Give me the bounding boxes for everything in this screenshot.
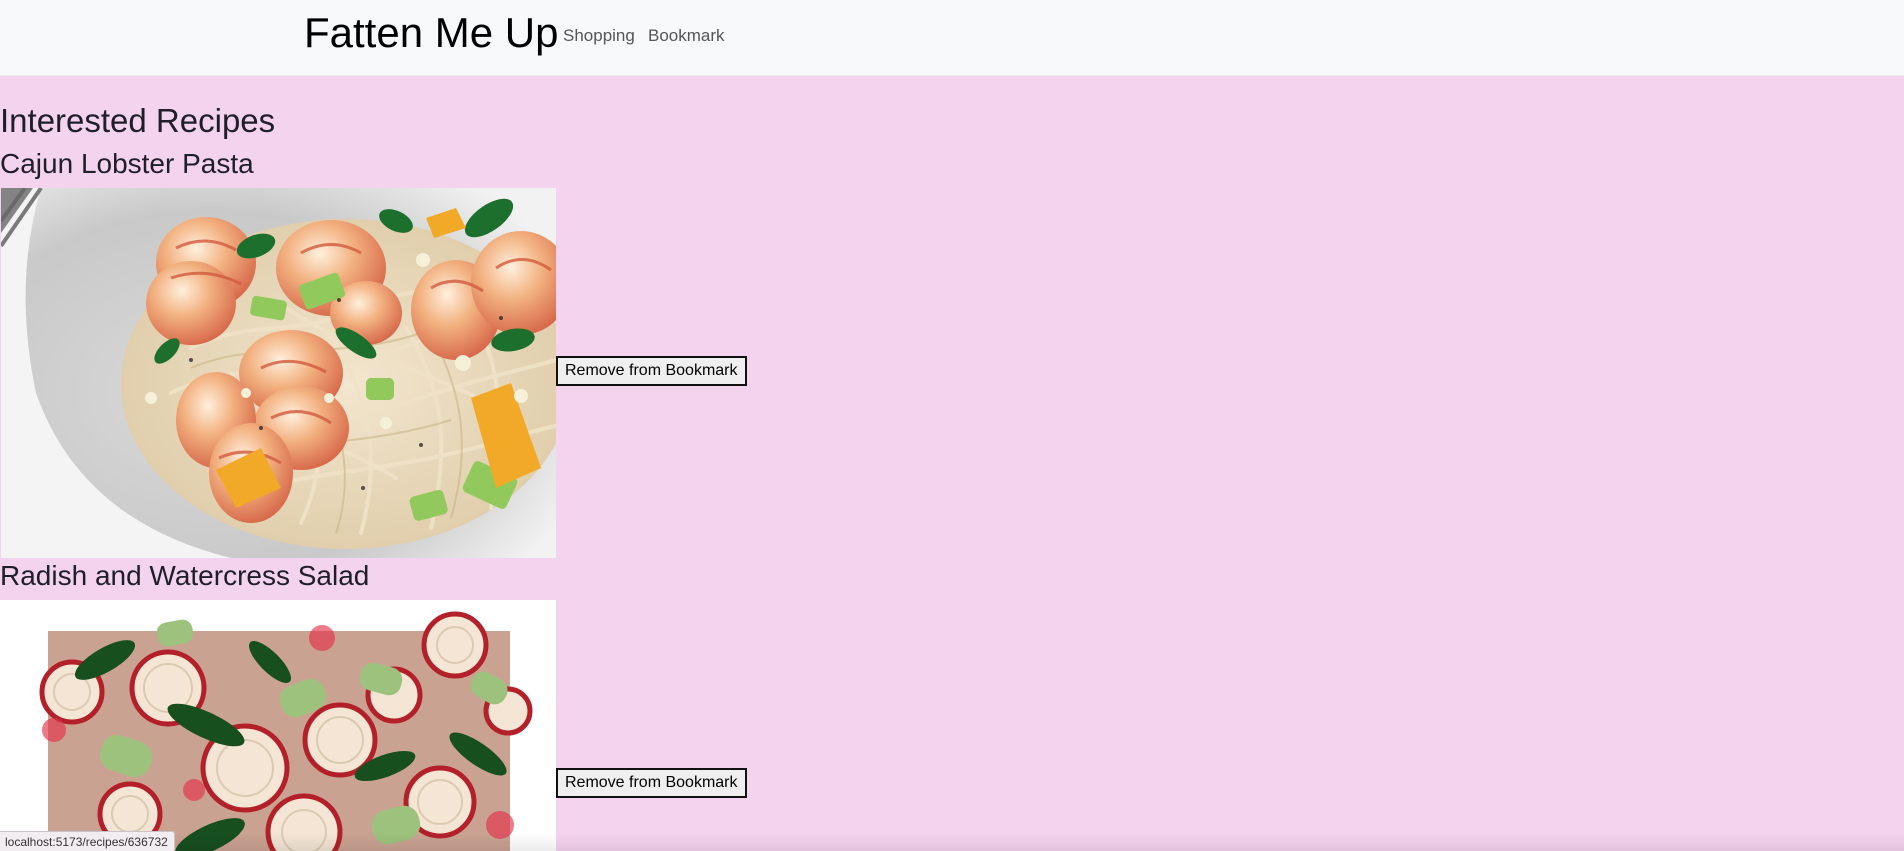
- page-title: Interested Recipes: [0, 102, 276, 139]
- recipe-title: Cajun Lobster Pasta: [0, 148, 254, 179]
- main-content: Interested Recipes Cajun Lobster Pasta R…: [0, 76, 1904, 851]
- nav-link-bookmark[interactable]: Bookmark: [648, 25, 725, 47]
- recipe-image[interactable]: [0, 600, 556, 851]
- recipe-image[interactable]: [1, 188, 556, 558]
- browser-status-url: localhost:5173/recipes/636732: [0, 831, 175, 851]
- remove-from-bookmark-button[interactable]: Remove from Bookmark: [556, 768, 747, 798]
- remove-from-bookmark-button[interactable]: Remove from Bookmark: [556, 356, 747, 386]
- top-navbar: Fatten Me Up Shopping Bookmark: [0, 0, 1904, 76]
- recipe-title: Radish and Watercress Salad: [0, 560, 370, 591]
- nav-link-shopping[interactable]: Shopping: [563, 25, 635, 47]
- site-brand[interactable]: Fatten Me Up: [304, 8, 558, 58]
